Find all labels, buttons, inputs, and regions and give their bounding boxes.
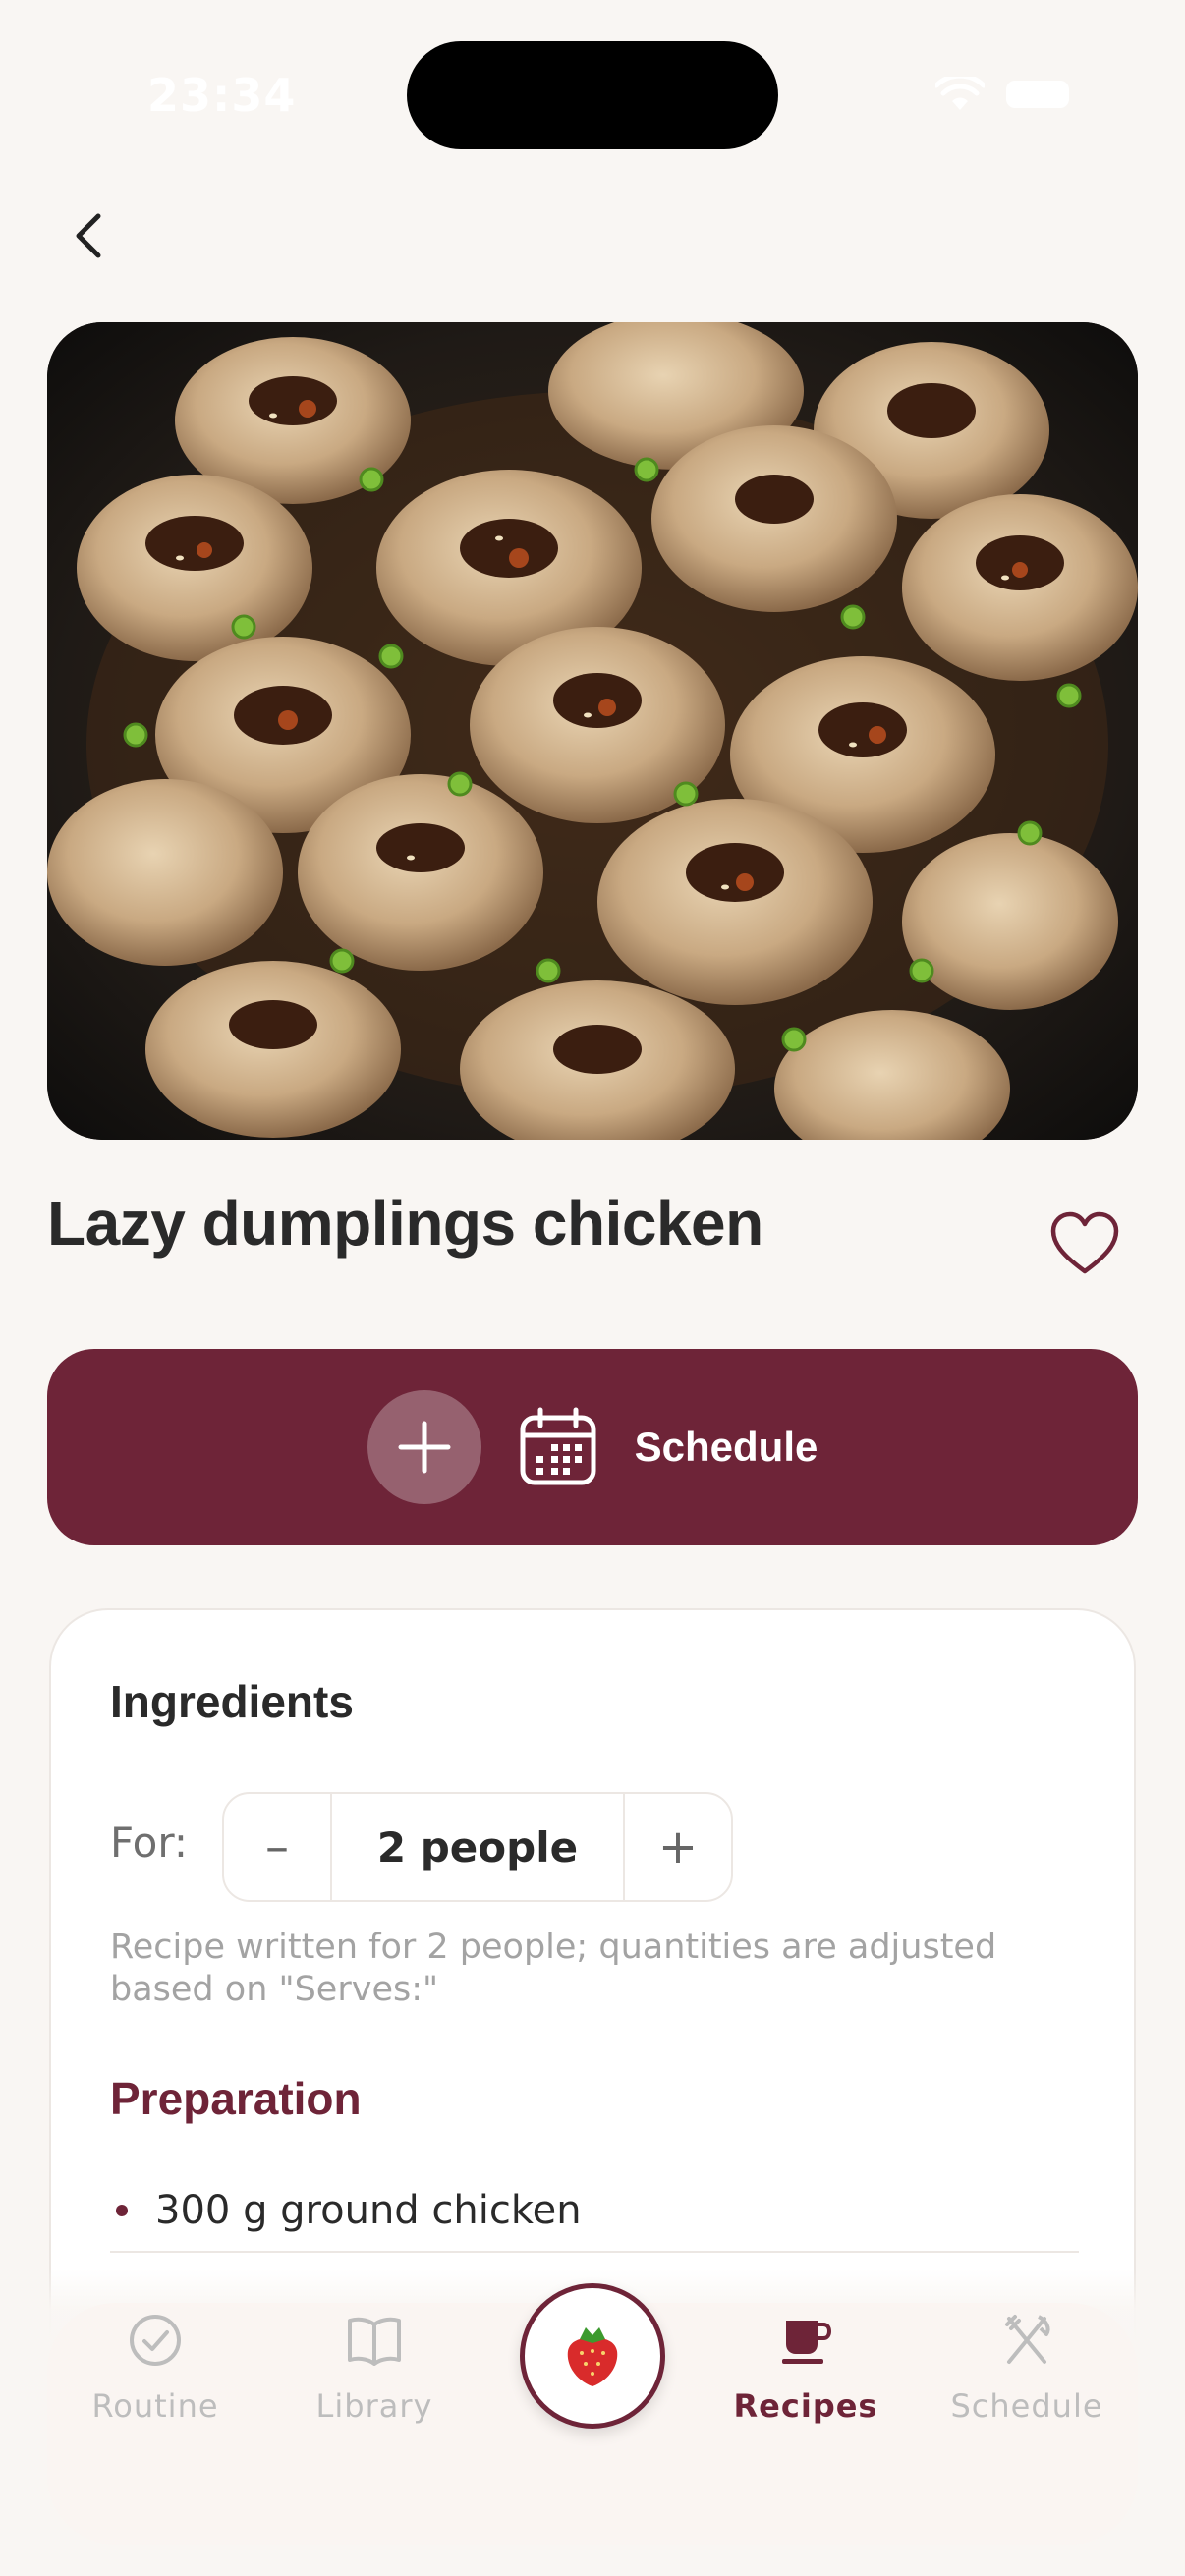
servings-note: Recipe written for 2 people; quantities … — [110, 1928, 997, 2009]
back-button[interactable] — [61, 206, 120, 265]
section-title: Preparation — [110, 2073, 362, 2124]
dynamic-island — [407, 41, 778, 149]
fork-knife-icon — [1005, 2315, 1050, 2364]
nav-recipes[interactable]: Recipes — [707, 2311, 904, 2425]
chevron-left-icon — [76, 213, 101, 258]
nav-recipes-label: Recipes — [733, 2387, 878, 2425]
book-icon — [348, 2317, 401, 2366]
servings-label: For: — [110, 1819, 189, 1867]
battery-icon — [1006, 81, 1069, 108]
ingredient-item: 300 g ground chicken — [110, 2170, 1079, 2253]
nav-routine-label: Routine — [91, 2387, 219, 2425]
cup-icon — [782, 2321, 832, 2364]
recipe-photo — [47, 322, 1138, 1140]
plus-icon — [398, 1421, 451, 1474]
nav-library[interactable]: Library — [276, 2311, 473, 2425]
increase-servings-button[interactable]: + — [623, 1794, 731, 1900]
heart-icon — [1050, 1211, 1119, 1274]
nav-schedule[interactable]: Schedule — [929, 2311, 1125, 2425]
nav-library-label: Library — [315, 2387, 433, 2425]
nav-routine[interactable]: Routine — [57, 2311, 254, 2425]
ingredients-title: Ingredients — [110, 1676, 354, 1727]
servings-stepper: – 2 people + — [222, 1792, 733, 1902]
servings-value: 2 people — [376, 1822, 579, 1872]
schedule-button-label: Schedule — [634, 1424, 818, 1470]
nav-schedule-label: Schedule — [950, 2387, 1103, 2425]
favorite-button[interactable] — [1045, 1204, 1124, 1283]
bullet — [116, 2205, 128, 2216]
recipe-title: Lazy dumplings chicken — [47, 1188, 763, 1259]
check-circle-icon — [130, 2315, 181, 2366]
recipe-detail-screen: 23:34 Lazy dumplings chicken Schedule In… — [0, 0, 1185, 2576]
add-circle — [367, 1390, 481, 1504]
status-time: 23:34 — [147, 69, 297, 122]
calendar-icon — [520, 1407, 596, 1485]
status-icons — [935, 77, 1069, 112]
wifi-icon — [935, 77, 985, 110]
decrease-servings-button[interactable]: – — [224, 1794, 332, 1900]
ingredient-text: 300 g ground chicken — [155, 2188, 582, 2233]
schedule-button[interactable]: Schedule — [47, 1349, 1138, 1545]
center-action-button[interactable] — [520, 2283, 665, 2429]
ingredient-list: 300 g ground chicken — [110, 2170, 1079, 2253]
strawberry-icon — [567, 2327, 618, 2386]
